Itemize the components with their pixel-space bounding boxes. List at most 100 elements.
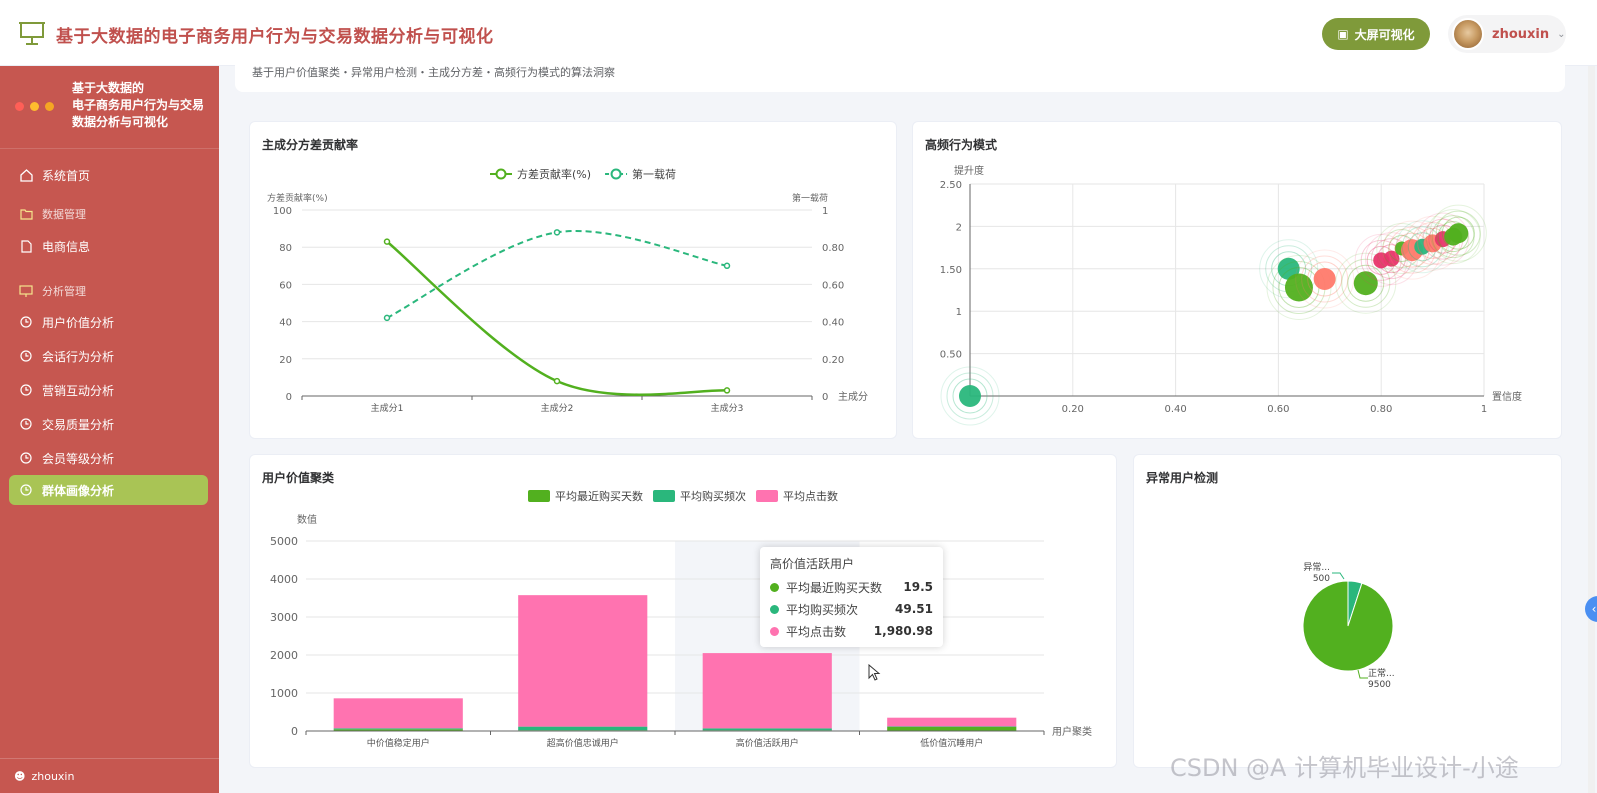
data-point: [383, 314, 391, 322]
sidebar-footer-user[interactable]: ☻ zhouxin: [0, 758, 219, 793]
bar-segment: [702, 728, 832, 731]
footer-username: zhouxin: [31, 769, 75, 783]
chevron-down-icon: ⌄: [1557, 28, 1566, 40]
y-axis-title: 方差贡献率(%): [267, 192, 328, 204]
y-tick-label: 0: [286, 392, 292, 403]
breadcrumb: 基于用户价值聚类・异常用户检测・主成分方差・高频行为模式的算法洞察: [235, 60, 1565, 92]
data-point: [723, 387, 731, 394]
x-tick-label: 主成分1: [371, 402, 404, 414]
sidebar-group-data[interactable]: 数据管理: [9, 199, 208, 229]
sidebar-item-label: 营销互动分析: [42, 383, 115, 398]
home-icon: [19, 168, 33, 182]
presentation-board-icon: [19, 22, 45, 45]
y-tick-label: 2: [956, 222, 962, 233]
bar-segment: [518, 595, 648, 727]
tooltip-title: 高价值活跃用户: [770, 557, 855, 571]
y-tick-label: 0: [291, 725, 298, 738]
username: zhouxin: [1492, 26, 1550, 42]
sidebar-brand: 基于大数据的 电子商务用户行为与交易 数据分析与可视化: [72, 80, 212, 131]
sidebar-item-label: 交易质量分析: [42, 417, 115, 432]
breadcrumb-text: 基于用户价值聚类・异常用户检测・主成分方差・高频行为模式的算法洞察: [252, 66, 615, 79]
y2-tick-label: 0.80: [822, 243, 844, 254]
y-axis-title: 数值: [297, 513, 317, 526]
tooltip-row-name: 平均购买频次: [786, 602, 859, 617]
pie-slice: [1302, 580, 1394, 672]
sidebar-item-home[interactable]: 系统首页: [9, 160, 208, 190]
chart-tooltip: 高价值活跃用户 平均最近购买天数 19.5 平均购买频次 49.51 平均点击数…: [760, 547, 943, 647]
sidebar-item-session[interactable]: 会话行为分析: [9, 341, 208, 371]
y-tick-label: 40: [279, 318, 292, 329]
y-tick-label: 60: [279, 280, 292, 291]
top-header: 基于大数据的电子商务用户行为与交易数据分析与可视化 ▣ 大屏可视化 zhouxi…: [0, 0, 1597, 66]
pie-label-line: [1357, 669, 1368, 679]
cluster-chart: 平均最近购买天数 平均购买频次 平均点击数数值0100020003000400050…: [270, 489, 1092, 749]
sidebar-item-membership[interactable]: 会员等级分析: [9, 443, 208, 473]
bar-segment: [333, 728, 463, 730]
chart-board-icon: [19, 284, 33, 298]
orange-dot-icon: [45, 102, 54, 111]
y2-tick-label: 1: [822, 206, 828, 217]
sidebar-item-ecommerce-info[interactable]: 电商信息: [9, 231, 208, 261]
y2-tick-label: 0: [822, 392, 828, 403]
tooltip-row-name: 平均点击数: [786, 624, 847, 639]
pie-value: 9500: [1368, 680, 1391, 690]
sidebar-item-group-portrait[interactable]: 群体画像分析: [9, 475, 208, 505]
x-tick-label: 主成分2: [541, 402, 574, 414]
sidebar-item-label: 会员等级分析: [42, 451, 115, 466]
sidebar-group-analysis[interactable]: 分析管理: [9, 276, 208, 306]
legend-label: 平均点击数: [783, 490, 838, 503]
user-menu[interactable]: zhouxin ⌄: [1448, 15, 1566, 53]
freq-chart: 提升度 0.50 1 1.50 2 2.50 0.20 0.40 0.60 0.80 1 置信度: [940, 164, 1522, 426]
series-dot-icon: [770, 626, 779, 636]
y2-axis-title: 第一载荷: [792, 192, 828, 204]
chevron-left-icon: ‹: [1591, 602, 1597, 616]
red-dot-icon: [15, 102, 24, 111]
page-scrollbar[interactable]: [1588, 66, 1595, 793]
x-tick-label: 0.20: [1062, 404, 1084, 415]
sidebar-item-label: 用户价值分析: [42, 315, 115, 330]
sidebar-item-marketing[interactable]: 营销互动分析: [9, 375, 208, 405]
clock-icon: [19, 417, 33, 431]
series-line: [386, 230, 728, 319]
series-line: [386, 240, 728, 396]
scatter-point: [1448, 223, 1469, 244]
bar-segment: [702, 653, 832, 729]
legend-label: 方差贡献率(%): [517, 167, 591, 181]
clock-icon: [19, 483, 33, 497]
sidebar-item-transaction[interactable]: 交易质量分析: [9, 409, 208, 439]
sidebar-item-user-value[interactable]: 用户价值分析: [9, 307, 208, 337]
x-tick-label: 超高价值忠诚用户: [547, 737, 619, 749]
sidebar-item-label: 分析管理: [42, 285, 86, 298]
sidebar-item-label: 会话行为分析: [42, 349, 115, 364]
y-tick-label: 3000: [270, 611, 298, 624]
collapse-handle[interactable]: ‹: [1585, 596, 1597, 622]
x-axis-title: 置信度: [1492, 390, 1522, 403]
bigscreen-label: 大屏可视化: [1354, 27, 1415, 42]
legend-label: 第一载荷: [632, 167, 676, 181]
bar-segment: [887, 726, 1017, 731]
brand-line-2: 电子商务用户行为与交易: [72, 98, 205, 112]
y2-tick-label: 0.60: [822, 280, 844, 291]
brand-line-3: 数据分析与可视化: [72, 115, 169, 129]
legend-swatch: [756, 490, 778, 502]
bigscreen-button[interactable]: ▣ 大屏可视化: [1322, 18, 1430, 50]
y-tick-label: 5000: [270, 535, 298, 548]
sidebar-item-label: 数据管理: [42, 208, 86, 221]
bar-segment: [887, 717, 1017, 727]
y-axis-title: 提升度: [954, 164, 984, 177]
pie-label-line: [1332, 572, 1345, 580]
sidebar-item-label: 群体画像分析: [42, 483, 115, 498]
legend-label: 平均购买频次: [680, 489, 746, 503]
anomaly-card: 异常用户检测 异常... 500 正常... 9500: [1133, 454, 1562, 768]
x-tick-label: 0.80: [1370, 404, 1392, 415]
bar-segment: [518, 726, 648, 731]
data-point: [553, 229, 561, 236]
x-tick-label: 0.60: [1267, 404, 1289, 415]
watermark: CSDN @A 计算机毕业设计-小途: [1170, 754, 1519, 782]
tooltip-row-value: 1,980.98: [873, 624, 933, 638]
user-icon: ☻: [14, 769, 26, 783]
sidebar-item-label: 电商信息: [42, 239, 91, 254]
y2-tick-label: 0.20: [822, 355, 844, 366]
anomaly-chart: 异常...500 正常...9500: [1302, 561, 1395, 690]
folder-icon: [19, 207, 33, 221]
